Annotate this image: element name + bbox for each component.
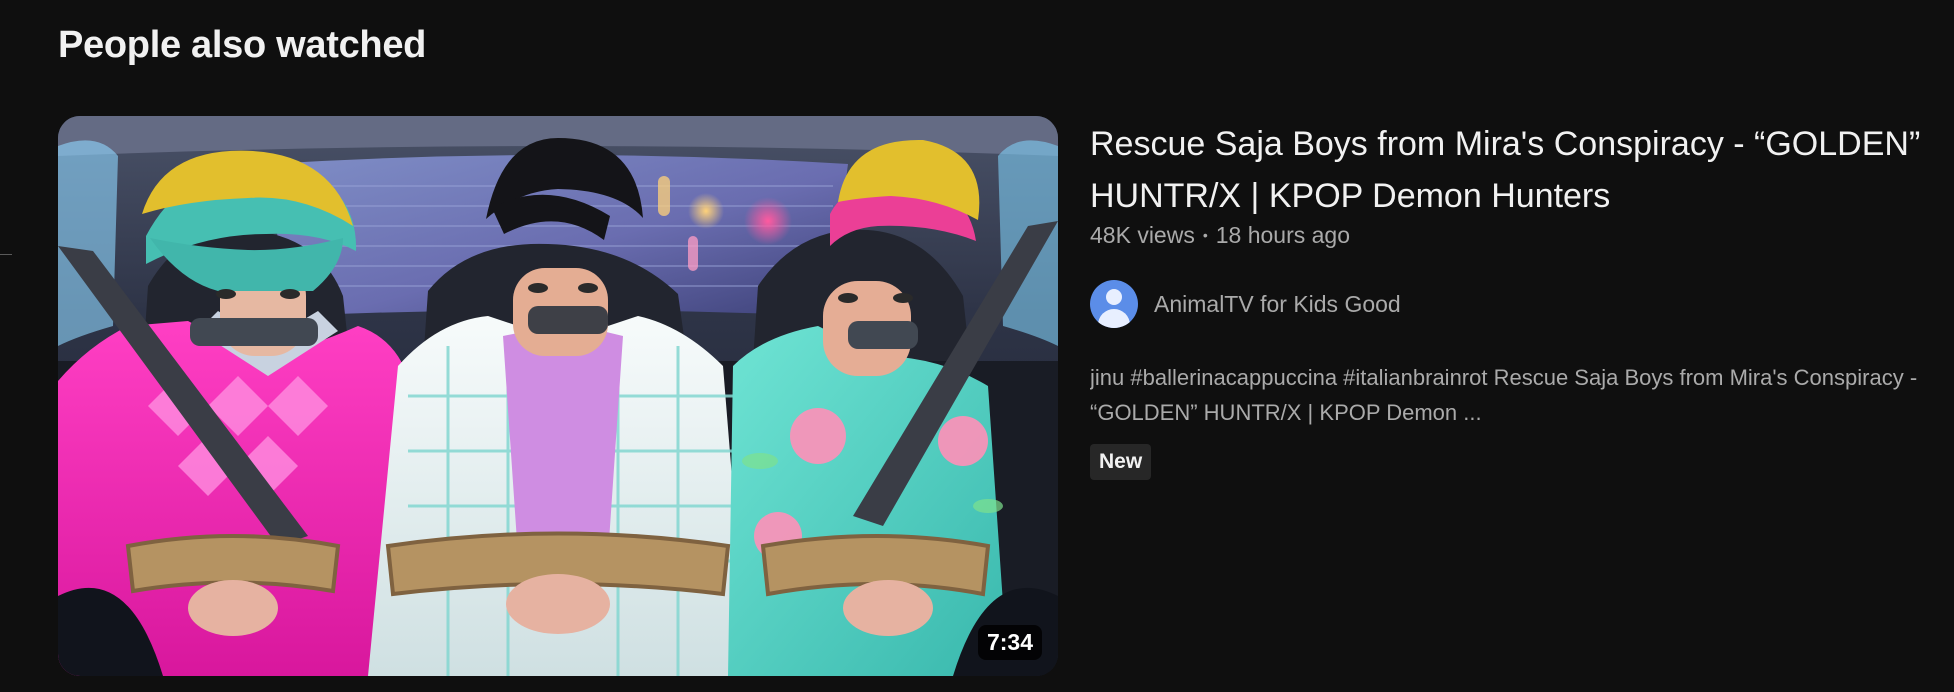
view-count: 48K views bbox=[1090, 222, 1195, 248]
section-title: People also watched bbox=[58, 24, 427, 66]
video-title-link[interactable]: Rescue Saja Boys from Mira's Conspiracy … bbox=[1090, 118, 1954, 222]
video-metadata: 48K views • 18 hours ago bbox=[1090, 222, 1350, 249]
new-badge: New bbox=[1090, 444, 1152, 481]
edge-divider bbox=[0, 254, 12, 255]
default-user-avatar-icon bbox=[1106, 289, 1122, 305]
video-thumbnail[interactable]: 7:34 bbox=[58, 116, 1058, 676]
metadata-separator: • bbox=[1202, 227, 1208, 243]
people-also-watched-section: People also watched 7:34 Rescue Saja Boy… bbox=[0, 0, 1954, 692]
default-user-body-icon bbox=[1098, 309, 1130, 328]
channel-link[interactable]: AnimalTV for Kids Good bbox=[1090, 280, 1401, 328]
thumbnail-image bbox=[58, 116, 1058, 676]
channel-name[interactable]: AnimalTV for Kids Good bbox=[1154, 291, 1401, 318]
channel-avatar[interactable] bbox=[1090, 280, 1138, 328]
video-description: jinu #ballerinacappuccina #italianbrainr… bbox=[1090, 365, 1918, 425]
upload-age: 18 hours ago bbox=[1215, 222, 1351, 248]
video-card[interactable]: 7:34 Rescue Saja Boys from Mira's Conspi… bbox=[58, 116, 1954, 676]
duration-badge: 7:34 bbox=[977, 624, 1042, 660]
video-details: Rescue Saja Boys from Mira's Conspiracy … bbox=[1090, 116, 1954, 676]
